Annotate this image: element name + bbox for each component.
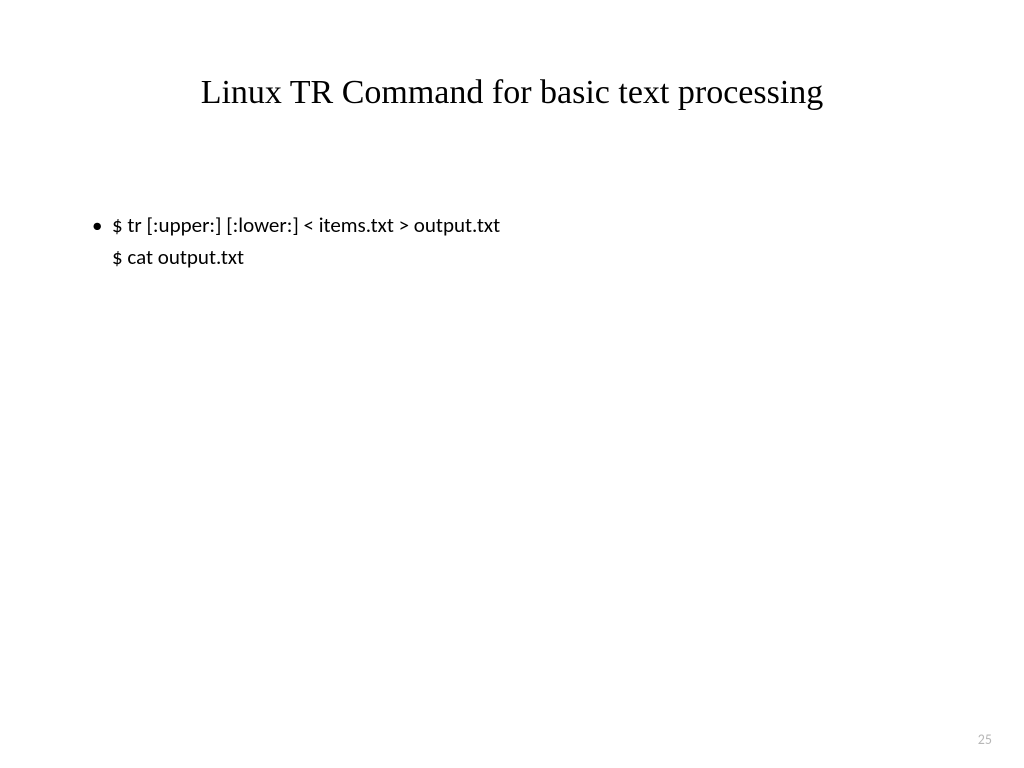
slide-title: Linux TR Command for basic text processi… [0,74,1024,112]
bullet-line1: $ tr [:upper:] [:lower:] < items.txt > o… [112,210,934,242]
page-number: 25 [978,731,992,748]
bullet-line2: $ cat output.txt [112,242,934,274]
bullet-item: $ tr [:upper:] [:lower:] < items.txt > o… [90,210,934,273]
content-area: $ tr [:upper:] [:lower:] < items.txt > o… [90,210,934,273]
bullet-list: $ tr [:upper:] [:lower:] < items.txt > o… [90,210,934,273]
